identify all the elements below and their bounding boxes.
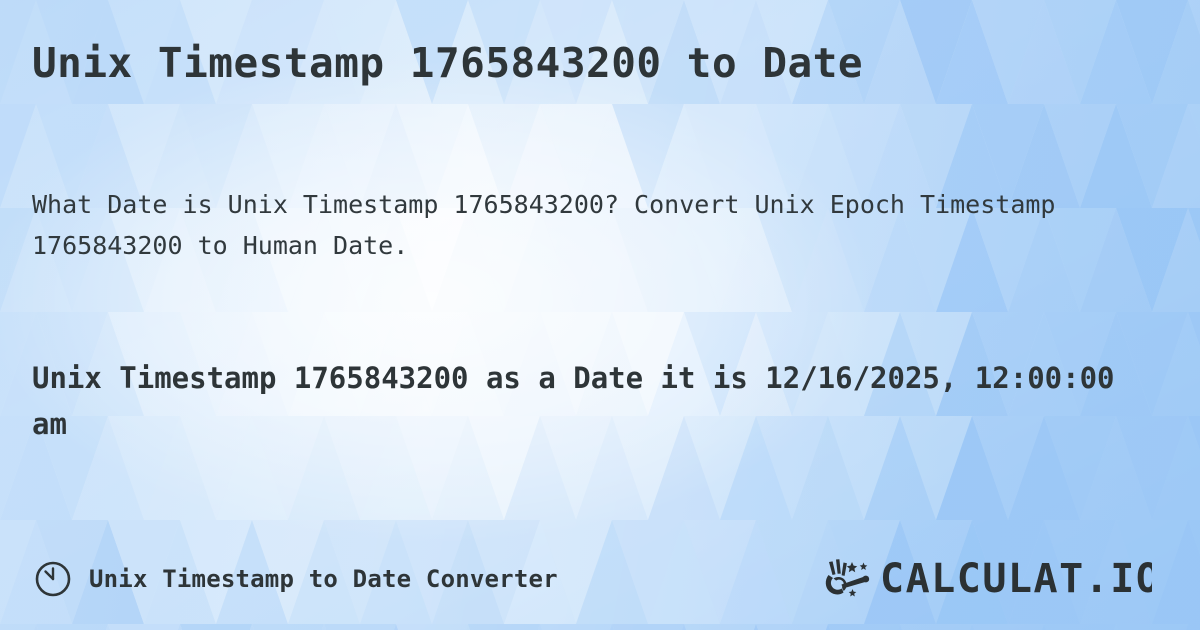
magic-wand-hand-icon — [825, 559, 870, 597]
brand-wordmark: CALCULAT.IO — [880, 556, 1152, 602]
svg-text:CALCULAT.IO: CALCULAT.IO — [880, 556, 1152, 602]
result-statement: Unix Timestamp 1765843200 as a Date it i… — [32, 361, 1115, 442]
footer: Unix Timestamp to Date Converter CALCULA… — [0, 550, 1200, 608]
footer-branding-left: Unix Timestamp to Date Converter — [34, 560, 558, 598]
clock-icon — [35, 561, 71, 597]
page-title: Unix Timestamp 1765843200 to Date — [32, 39, 864, 87]
intro-description: What Date is Unix Timestamp 1765843200? … — [32, 190, 1056, 261]
brand-logo[interactable]: CALCULAT.IO — [818, 556, 1166, 602]
footer-label: Unix Timestamp to Date Converter — [89, 565, 558, 593]
og-card: Unix Timestamp 1765843200 to Date What D… — [0, 0, 1200, 630]
